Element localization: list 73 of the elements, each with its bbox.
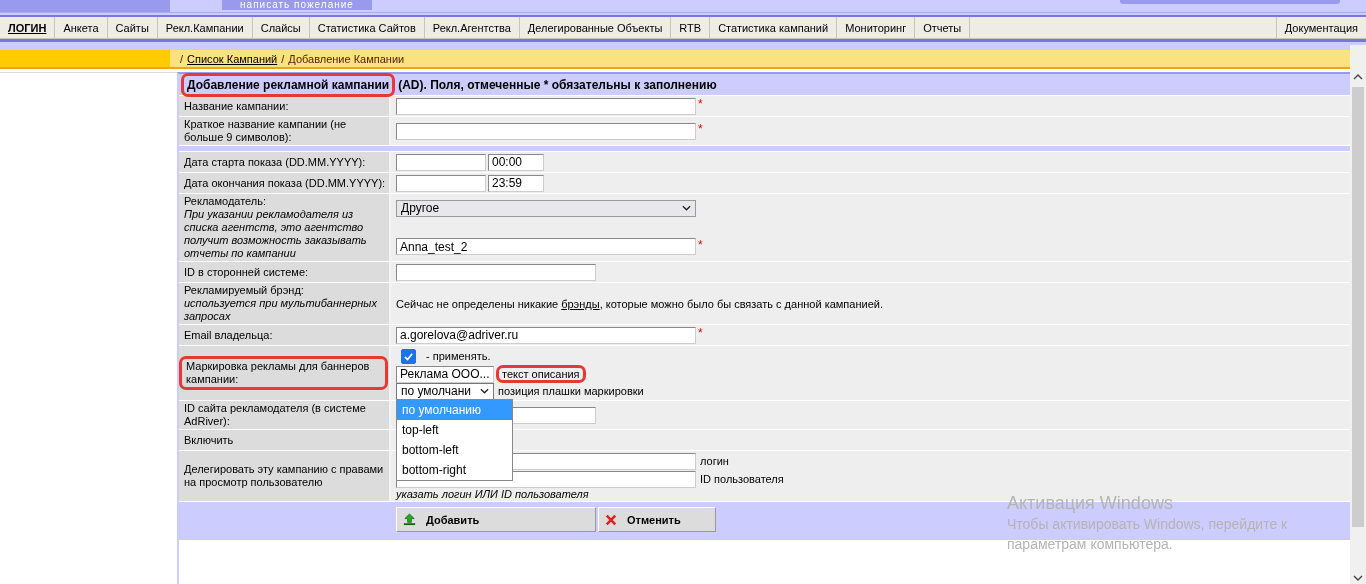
field-hint: указать логин ИЛИ ID пользователя xyxy=(396,488,590,500)
required-mark: * xyxy=(698,97,703,111)
nav-link[interactable]: Сайты xyxy=(107,17,158,38)
nav-link[interactable]: RTB xyxy=(671,17,711,38)
field-label: ID сайта рекламодателя (в системе AdRiver): xyxy=(184,402,367,428)
add-button[interactable]: Добавить xyxy=(396,507,596,532)
dropdown-option[interactable]: top-left xyxy=(397,420,512,440)
field-hint: используется при мультибаннерных запросах xyxy=(184,297,378,323)
form-title: (AD). Поля, отмеченные * обязательны к заполнению xyxy=(397,76,718,94)
field-label: Рекламируемый брэнд: xyxy=(184,284,305,297)
nav-link[interactable]: Рекл.Кампании xyxy=(157,17,253,38)
activation-title: Активация Windows xyxy=(1007,492,1174,514)
highlighted-title: Добавление рекламной кампании xyxy=(181,72,396,97)
cancel-button[interactable]: Отменить xyxy=(598,507,716,532)
field-hint: При указании рекламодателя из списка агентств, это агентство получит возможность заказывать отчеты по кампании xyxy=(184,208,368,260)
close-icon xyxy=(605,513,617,526)
upload-icon xyxy=(403,513,416,526)
advertiser-select[interactable]: Другое xyxy=(396,199,696,217)
highlighted-label: Маркировка рекламы для баннеров кампании: xyxy=(179,356,388,390)
text-field[interactable]: Anna_test_2 xyxy=(396,238,696,255)
date-field[interactable] xyxy=(396,153,486,171)
text-field[interactable] xyxy=(396,97,696,115)
info-text: Сейчас не определены никакие брэнды, которые можно было бы связать с данной кампанией. xyxy=(396,297,883,310)
position-label: позиция плашки маркировки xyxy=(497,385,644,397)
field-label: логин xyxy=(699,455,729,467)
breadcrumb-current: Добавление Кампании xyxy=(288,52,405,65)
field-label: Email владельца: xyxy=(184,328,274,342)
scroll-down-icon[interactable] xyxy=(1353,575,1363,581)
nav-link[interactable]: Мониторинг xyxy=(837,17,916,38)
activation-text: Чтобы активировать Windows, перейдите к параметрам компьютера. xyxy=(1007,515,1289,554)
nav-link[interactable]: Делегированные Объекты xyxy=(519,17,672,38)
field-label: Делегировать эту кампанию с правами на просмотр пользователю xyxy=(184,463,385,489)
nav-link[interactable]: Анкета xyxy=(55,17,108,38)
field-label: Краткое название кампании (не больше 9 символов): xyxy=(184,118,348,144)
nav-link[interactable]: ЛОГИН xyxy=(0,17,56,38)
field-label: Дата окончания показа (DD.MM.YYYY): xyxy=(184,176,387,190)
required-mark: * xyxy=(698,237,703,252)
nav-link[interactable]: Документация xyxy=(1275,17,1366,38)
scrollbar[interactable] xyxy=(1350,45,1366,584)
field-label: ID пользователя xyxy=(699,473,784,485)
brands-link[interactable]: брэнды xyxy=(561,297,600,310)
checkbox[interactable] xyxy=(401,348,416,364)
nav-link[interactable]: Слайсы xyxy=(252,17,310,38)
chevron-icon xyxy=(480,388,489,394)
time-field[interactable]: 23:59 xyxy=(488,174,544,192)
nav-link[interactable]: Статистика Сайтов xyxy=(309,17,425,38)
date-field[interactable] xyxy=(396,174,486,192)
field-label: Рекламодатель: xyxy=(184,195,268,208)
breadcrumb-separator: / xyxy=(180,52,184,65)
nav-link[interactable]: Статистика кампаний xyxy=(710,17,838,38)
scroll-up-icon[interactable] xyxy=(1353,74,1363,80)
text-field[interactable]: Реклама ООО... xyxy=(396,365,494,383)
scroll-thumb[interactable] xyxy=(1352,87,1364,527)
dropdown-option[interactable]: bottom-left xyxy=(397,440,512,460)
dropdown-option[interactable]: bottom-right xyxy=(397,460,512,480)
text-field[interactable] xyxy=(396,122,696,140)
highlighted-text: текст описания xyxy=(496,365,586,383)
required-mark: * xyxy=(698,122,703,136)
breadcrumb-separator: / xyxy=(281,52,285,65)
text-field[interactable]: a.gorelova@adriver.ru xyxy=(396,326,696,344)
time-field[interactable]: 00:00 xyxy=(488,153,544,171)
field-label: Дата старта показа (DD.MM.YYYY): xyxy=(184,155,367,169)
required-mark: * xyxy=(698,326,703,340)
nav-link[interactable]: Рекл.Агентства xyxy=(424,17,520,38)
check-icon xyxy=(403,350,414,362)
chevron-icon xyxy=(682,205,691,211)
field-label: ID в сторонней системе: xyxy=(184,265,310,279)
nav-link[interactable]: Отчеты xyxy=(915,17,971,38)
text-field[interactable] xyxy=(396,263,596,281)
field-label: Включить xyxy=(184,433,235,447)
checkbox-label: - применять. xyxy=(425,350,491,362)
breadcrumb-link[interactable]: Список Кампаний xyxy=(187,52,278,65)
field-label: Название кампании: xyxy=(184,99,290,113)
